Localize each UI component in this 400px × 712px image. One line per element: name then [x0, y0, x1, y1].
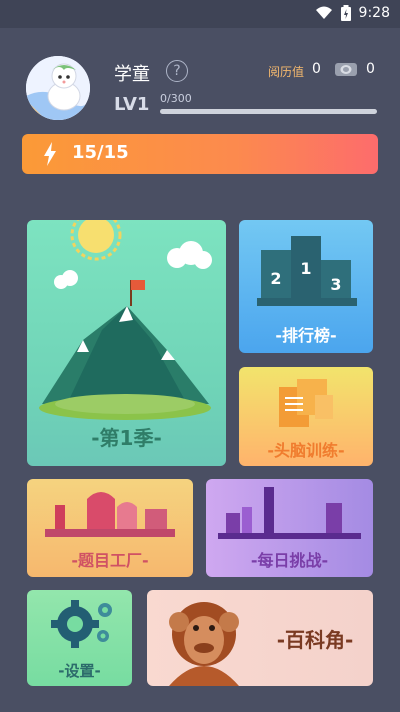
avatar[interactable]: [26, 56, 90, 120]
encyclopedia-label: -百科角-: [276, 628, 354, 652]
documents-illustration: [279, 379, 333, 427]
wifi-icon: [315, 6, 332, 19]
coins-value: 0: [366, 61, 375, 77]
user-name: 学童: [114, 64, 150, 85]
gear-icon: [51, 600, 112, 648]
podium-number-3: 3: [330, 275, 341, 294]
season-label: -第1季-: [91, 426, 162, 450]
settings-card[interactable]: -设置-: [27, 590, 132, 686]
podium-number-2: 2: [270, 269, 281, 288]
profile-header: 学童 ? 阅历值 0 0 LV1 0/300: [0, 28, 400, 130]
podium-illustration: 2 1 3: [257, 236, 357, 306]
brain-training-card[interactable]: -头脑训练-: [239, 367, 373, 466]
avatar-image: [26, 56, 90, 120]
question-factory-label: -题目工厂-: [71, 551, 149, 570]
level-text: LV1: [114, 94, 150, 115]
energy-text: 15/15: [72, 142, 129, 163]
experience-value: 0: [312, 61, 321, 77]
season-card[interactable]: -第1季-: [27, 220, 226, 466]
challenge-illustration: [218, 487, 361, 539]
exp-progress-bar: [160, 109, 377, 114]
battery-icon: [340, 5, 351, 21]
settings-label: -设置-: [58, 662, 101, 680]
factory-illustration: [45, 492, 175, 537]
coin-icon: [335, 63, 357, 76]
status-time: 9:28: [358, 5, 390, 21]
daily-challenge-card[interactable]: -每日挑战-: [206, 479, 373, 577]
lightning-icon: [44, 142, 56, 166]
question-factory-card[interactable]: -题目工厂-: [27, 479, 193, 577]
leaderboard-label: -排行榜-: [275, 326, 337, 345]
podium-number-1: 1: [300, 259, 311, 278]
exp-text: 0/300: [160, 92, 192, 105]
brain-training-label: -头脑训练-: [267, 441, 345, 460]
experience-label: 阅历值: [268, 65, 305, 79]
daily-challenge-label: -每日挑战-: [250, 551, 329, 570]
encyclopedia-card[interactable]: -百科角-: [147, 590, 373, 686]
status-bar: 9:28: [0, 0, 400, 28]
energy-bar: 15/15: [22, 134, 378, 174]
help-icon[interactable]: ?: [166, 60, 188, 82]
leaderboard-card[interactable]: 2 1 3 -排行榜-: [239, 220, 373, 353]
status-right: 9:28: [315, 5, 390, 21]
orangutan-illustration: [169, 602, 239, 686]
